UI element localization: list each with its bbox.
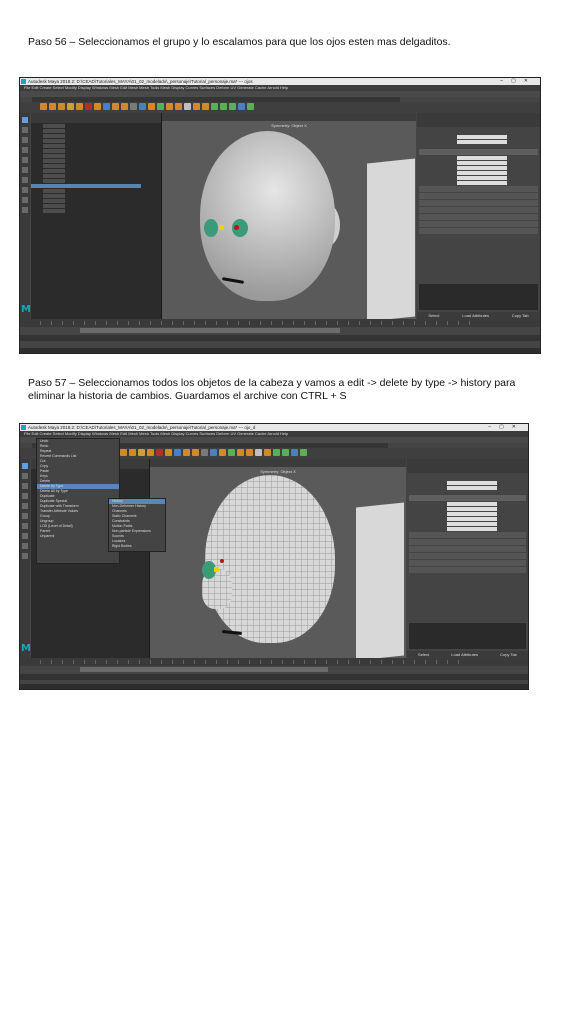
viewport-panel[interactable]: Symmetry: Object X	[150, 459, 406, 661]
range-slider[interactable]	[20, 666, 528, 673]
attribute-editor[interactable]: Select Load Attributes Copy Tab	[407, 459, 528, 658]
maya-logo-icon	[21, 79, 26, 84]
help-line	[20, 348, 540, 353]
command-line[interactable]	[20, 674, 528, 680]
scale-manipulator-icon[interactable]	[219, 225, 224, 230]
viewport-panel[interactable]: Symmetry: Object X	[162, 113, 416, 322]
copy-tab-button[interactable]: Copy Tab	[512, 312, 529, 319]
head-model-wireframe[interactable]	[205, 475, 335, 643]
range-slider[interactable]	[20, 327, 540, 334]
help-line	[20, 684, 528, 689]
copy-tab-button[interactable]: Copy Tab	[500, 651, 517, 658]
attribute-editor[interactable]: Select Load Attributes Copy Tab	[417, 113, 540, 319]
window-title-bar: Autodesk Maya 2018.2: D:\CEAD\Tutoriales…	[20, 78, 540, 85]
edit-menu-item[interactable]: Unparent	[37, 534, 119, 539]
window-controls[interactable]: –▢✕	[500, 78, 536, 85]
step-57-screenshot: Autodesk Maya 2018.2: D:\CEAD\Tutoriales…	[19, 423, 529, 690]
viewport-label: Symmetry: Object X	[271, 123, 307, 128]
manipulator-handle-icon[interactable]	[220, 559, 224, 563]
window-title: Autodesk Maya 2018.2: D:\CEAD\Tutoriales…	[28, 79, 253, 84]
notes-area[interactable]	[409, 623, 526, 649]
reference-image-plane	[356, 502, 404, 661]
window-controls[interactable]: –▢✕	[488, 424, 524, 431]
time-slider[interactable]	[20, 658, 528, 666]
eye-left[interactable]	[204, 219, 218, 237]
step-56-text: Paso 56 – Seleccionamos el grupo y lo es…	[28, 36, 451, 48]
select-button[interactable]: Select	[428, 312, 439, 319]
load-attributes-button[interactable]: Load Attributes	[451, 651, 478, 658]
toolbox[interactable]	[20, 113, 30, 333]
selected-outliner-item[interactable]	[31, 184, 141, 188]
move-manipulator-icon[interactable]	[214, 567, 219, 572]
reference-image-plane	[367, 158, 415, 322]
load-attributes-button[interactable]: Load Attributes	[462, 312, 489, 319]
command-line[interactable]	[20, 335, 540, 341]
viewport-toolbar[interactable]	[162, 113, 416, 121]
outliner-panel[interactable]	[31, 113, 162, 319]
viewport-label: Symmetry: Object X	[260, 469, 296, 474]
window-title: Autodesk Maya 2018.2: D:\CEAD\Tutoriales…	[28, 425, 256, 430]
shelf-icons[interactable]	[120, 449, 307, 458]
maya-logo-icon	[21, 425, 26, 430]
manipulator-handle-icon[interactable]	[234, 225, 239, 230]
submenu-item[interactable]: Rigid Bodies	[109, 544, 165, 549]
viewport-toolbar[interactable]	[150, 459, 406, 467]
maya-m-logo-icon: M	[21, 304, 31, 315]
window-title-bar: Autodesk Maya 2018.2: D:\CEAD\Tutoriales…	[20, 424, 528, 431]
delete-by-type-submenu[interactable]: History Non-Deformer History Channels St…	[108, 498, 166, 552]
step-56-screenshot: Autodesk Maya 2018.2: D:\CEAD\Tutoriales…	[19, 77, 541, 354]
notes-area[interactable]	[419, 284, 538, 310]
select-button[interactable]: Select	[418, 651, 429, 658]
shelf-icons[interactable]	[40, 103, 254, 112]
time-slider[interactable]	[20, 319, 540, 327]
maya-m-logo-icon: M	[21, 643, 31, 654]
head-model[interactable]	[200, 131, 335, 301]
step-57-text: Paso 57 – Seleccionamos todos los objeto…	[28, 377, 516, 402]
toolbox[interactable]	[20, 459, 30, 669]
